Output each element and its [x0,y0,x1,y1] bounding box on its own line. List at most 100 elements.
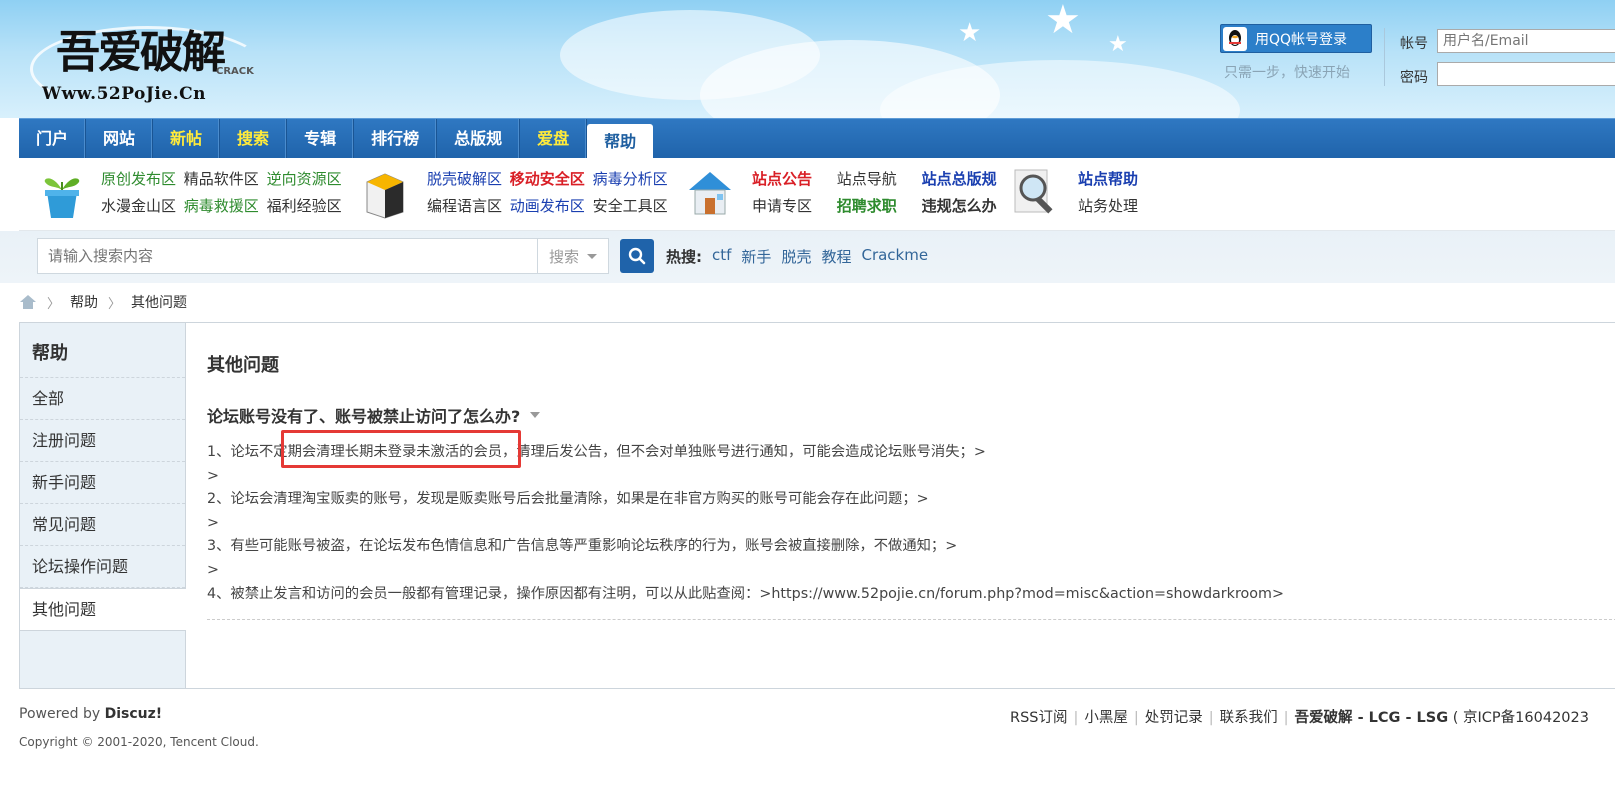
hot-search: 热搜: ctf 新手 脱壳 教程 Crackme [666,246,928,267]
footer-link-rss[interactable]: RSS订阅 [1010,710,1067,726]
house-icon [685,166,735,224]
hot-search-term[interactable]: 教程 [821,246,851,267]
quick-link[interactable]: 站点公告 [752,170,812,188]
sidebar-title: 帮助 [20,323,185,378]
sidebar-item-faq[interactable]: 常见问题 [20,504,185,546]
help-sidebar: 帮助 全部 注册问题 新手问题 常见问题 论坛操作问题 其他问题 [20,323,186,688]
footer-link-contact[interactable]: 联系我们 [1220,710,1278,726]
quick-link[interactable]: 站点导航 [837,170,897,188]
forum-links-group-2: 脱壳破解区 移动安全区 病毒分析区 编程语言区 动画发布区 安全工具区 [427,166,671,220]
star-icon: ★ [1045,0,1081,43]
nav-ranking[interactable]: 排行榜 [354,119,438,159]
sidebar-item-all[interactable]: 全部 [20,378,185,420]
answer-divider [207,619,1615,620]
quick-link[interactable]: 站点帮助 [1078,170,1138,188]
qq-login-hint: 只需一步，快速开始 [1224,65,1350,81]
breadcrumb-current: 其他问题 [131,295,188,311]
quick-link[interactable]: 移动安全区 [510,170,585,188]
answer-line: 2、论坛会清理淘宝贩卖的账号，发现是贩卖账号后会批量清除，如果是在非官方购买的账… [207,491,929,508]
quick-link[interactable]: 违规怎么办 [922,197,997,215]
search-input[interactable] [37,238,537,274]
hot-search-term[interactable]: 脱壳 [781,246,811,267]
breadcrumb-separator: 〉 [108,296,122,312]
nav-portal[interactable]: 门户 [19,119,87,159]
quick-link[interactable]: 站务处理 [1078,197,1138,215]
discuz-link[interactable]: Discuz! [105,706,163,722]
footer-links: RSS订阅 | 小黑屋 | 处罚记录 | 联系我们 | 吾爱破解 - LCG - LSG ( 京… [1010,710,1589,726]
quick-link[interactable]: 水漫金山区 [101,197,176,215]
quick-link[interactable]: 申请专区 [752,197,812,215]
help-content: 其他问题 论坛账号没有了、账号被禁止访问了怎么办? 1、论坛不定期会清理长期未登… [207,323,1615,688]
help-links-group: 站点帮助 站务处理 [1078,166,1141,220]
password-label: 密码 [1400,70,1428,86]
logo-sub: CRACK [216,66,254,77]
powered-by: Powered by Discuz! [19,706,162,722]
quick-link[interactable]: 招聘求职 [837,197,897,215]
powered-prefix: Powered by [19,706,101,722]
magnifier-icon [1011,166,1061,224]
search-button[interactable] [620,239,654,273]
nav-help[interactable]: 帮助 [587,124,654,159]
breadcrumb: 〉 帮助 〉 其他问题 [19,292,187,312]
plant-icon [41,168,83,224]
copyright: Copyright © 2001-2020, Tencent Cloud. [19,735,259,749]
faq-question[interactable]: 论坛账号没有了、账号被禁止访问了怎么办? [207,403,541,427]
breadcrumb-help[interactable]: 帮助 [70,292,98,312]
site-links-group: 站点公告 站点导航 站点总版规 申请专区 招聘求职 违规怎么办 [752,166,1000,220]
search-icon [628,247,646,265]
sidebar-item-register[interactable]: 注册问题 [20,420,185,462]
site-logo[interactable]: 吾爱破解 CRACK Www.52PoJie.Cn [30,6,280,112]
nav-website[interactable]: 网站 [86,119,154,159]
hot-search-term[interactable]: Crackme [861,246,928,267]
star-icon: ★ [958,18,982,48]
box-icon [361,168,409,224]
footer-icp[interactable]: ( 京ICP备16042023 [1453,710,1589,726]
nav-rules[interactable]: 总版规 [437,119,521,159]
quick-link[interactable]: 原创发布区 [101,170,176,188]
footer-link-darkroom[interactable]: 小黑屋 [1084,710,1128,726]
answer-line: > [207,561,219,578]
hot-search-term[interactable]: 新手 [741,246,771,267]
footer-site-name[interactable]: 吾爱破解 - LCG - LSG [1295,710,1449,726]
quick-link[interactable]: 病毒分析区 [593,170,668,188]
star-icon: ★ [1108,32,1128,57]
quick-link[interactable]: 病毒救援区 [184,197,259,215]
search-type-select[interactable]: 搜索 [537,238,609,274]
answer-line: 4、被禁止发言和访问的会员一般都有管理记录，操作原因都有注明，可以从此贴查阅：>… [207,585,1284,602]
quick-link[interactable]: 逆向资源区 [267,170,342,188]
faq-answer: 1、论坛不定期会清理长期未登录未激活的会员，清理后发公告，但不会对单独账号进行通… [207,441,1284,606]
hot-search-term[interactable]: ctf [712,246,731,267]
logo-url: Www.52PoJie.Cn [42,84,207,104]
account-input[interactable] [1437,29,1615,53]
sidebar-item-forum-ops[interactable]: 论坛操作问题 [20,546,185,588]
answer-line: 1、论坛不定期会清理长期未登录未激活的会员，清理后发公告，但不会对单独账号进行通… [207,444,986,460]
quick-link[interactable]: 脱壳破解区 [427,170,502,188]
password-input[interactable] [1437,62,1615,86]
sidebar-item-other[interactable]: 其他问题 [20,588,186,631]
page-title: 其他问题 [207,355,279,376]
nav-new-posts[interactable]: 新帖 [153,119,221,159]
answer-line: 3、有些可能账号被盗，在论坛发布色情信息和广告信息等严重影响论坛秩序的行为，账号… [207,538,958,555]
quick-link[interactable]: 精品软件区 [184,170,259,188]
logo-text: 吾爱破解 [56,27,226,78]
quick-link[interactable]: 福利经验区 [267,197,342,215]
quick-link[interactable]: 安全工具区 [593,197,668,215]
home-icon[interactable] [19,294,37,310]
footer-link-penalty[interactable]: 处罚记录 [1145,710,1203,726]
quick-links-panel: 原创发布区 精品软件区 逆向资源区 水漫金山区 病毒救援区 福利经验区 脱壳破解… [19,158,1615,231]
qq-penguin-icon [1223,26,1247,51]
sidebar-item-newbie[interactable]: 新手问题 [20,462,185,504]
quick-link[interactable]: 编程语言区 [427,197,502,215]
answer-line: > [207,514,219,531]
nav-albums[interactable]: 专辑 [287,119,355,159]
nav-search[interactable]: 搜索 [220,119,288,159]
hot-search-label: 热搜: [666,248,702,266]
chevron-down-icon [530,412,541,418]
account-label: 帐号 [1400,36,1428,52]
qq-login-button[interactable]: 用QQ帐号登录 [1220,24,1372,53]
site-header: ★ ★ ★ 吾爱破解 CRACK Www.52PoJie.Cn 用QQ帐号登录 … [0,0,1615,118]
quick-link[interactable]: 动画发布区 [510,197,585,215]
nav-aipan[interactable]: 爱盘 [520,119,588,159]
quick-link[interactable]: 站点总版规 [922,170,997,188]
faq-question-text: 论坛账号没有了、账号被禁止访问了怎么办? [207,407,521,426]
